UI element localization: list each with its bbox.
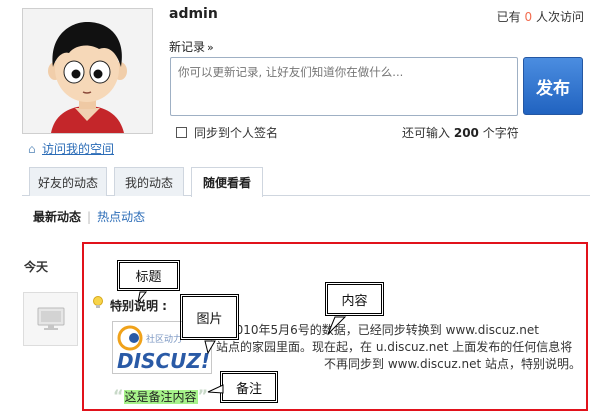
callout-tails <box>137 291 347 394</box>
